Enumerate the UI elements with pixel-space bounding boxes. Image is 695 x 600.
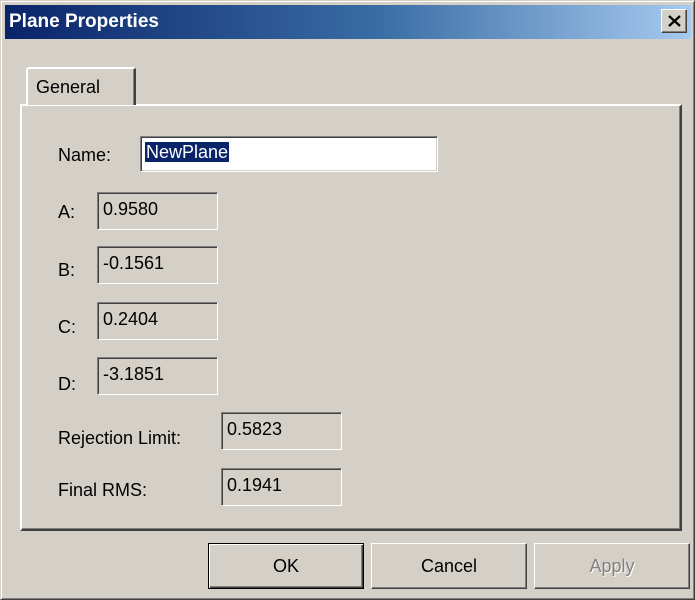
close-button[interactable] [661, 9, 687, 33]
tab-general-label: General [36, 77, 101, 97]
window-title: Plane Properties [9, 11, 159, 32]
apply-button[interactable]: Apply [534, 543, 690, 589]
a-value-field: 0.9580 [97, 192, 218, 230]
name-value: NewPlane [145, 142, 230, 162]
c-value-field: 0.2404 [97, 302, 218, 340]
final-rms-label: Final RMS: [58, 480, 148, 500]
a-label: A: [58, 202, 76, 222]
tab-general[interactable]: General [26, 67, 136, 105]
rejection-limit-label: Rejection Limit: [58, 428, 182, 448]
d-value-field: -3.1851 [97, 357, 218, 395]
b-value-field: -0.1561 [97, 246, 218, 284]
name-label: Name: [58, 145, 112, 165]
plane-properties-dialog: Plane Properties General Name: NewPlane … [0, 0, 695, 600]
cancel-button[interactable]: Cancel [371, 543, 527, 589]
name-field[interactable]: NewPlane [140, 136, 438, 172]
b-label: B: [58, 260, 76, 280]
title-bar[interactable]: Plane Properties [5, 5, 691, 39]
close-icon [668, 15, 681, 27]
ok-button[interactable]: OK [208, 543, 364, 589]
final-rms-field: 0.1941 [221, 468, 342, 506]
d-label: D: [58, 374, 76, 394]
c-label: C: [58, 317, 76, 337]
rejection-limit-field: 0.5823 [221, 412, 342, 450]
